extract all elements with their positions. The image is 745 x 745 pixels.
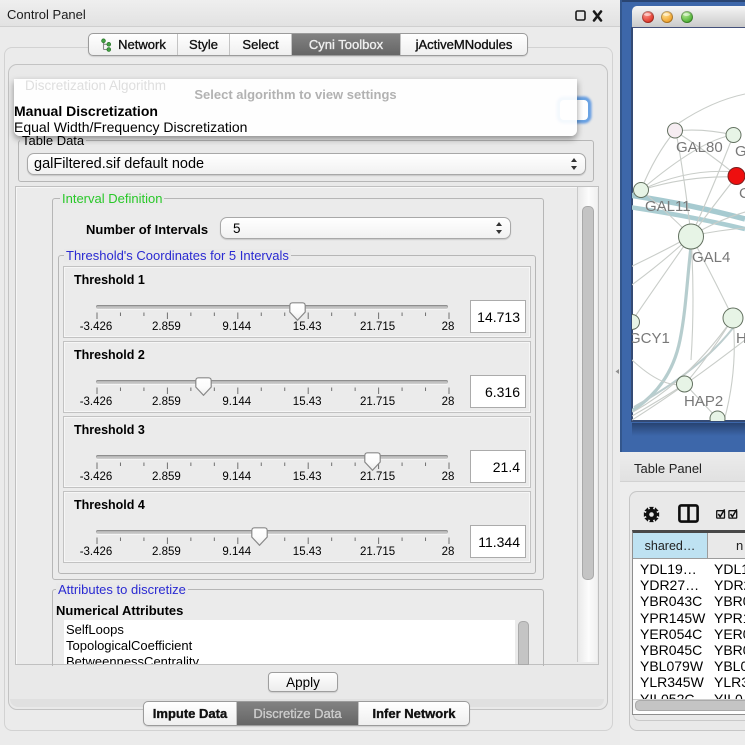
svg-text:H: H [736,330,745,347]
svg-text:C: C [739,185,745,202]
svg-text:G.: G. [735,143,745,160]
svg-text:GAL80: GAL80 [676,139,723,156]
svg-text:GCY1: GCY1 [632,330,670,347]
svg-text:HAP2: HAP2 [684,393,723,410]
svg-text:GAL11: GAL11 [645,198,691,215]
svg-text:GAL4: GAL4 [692,249,730,266]
